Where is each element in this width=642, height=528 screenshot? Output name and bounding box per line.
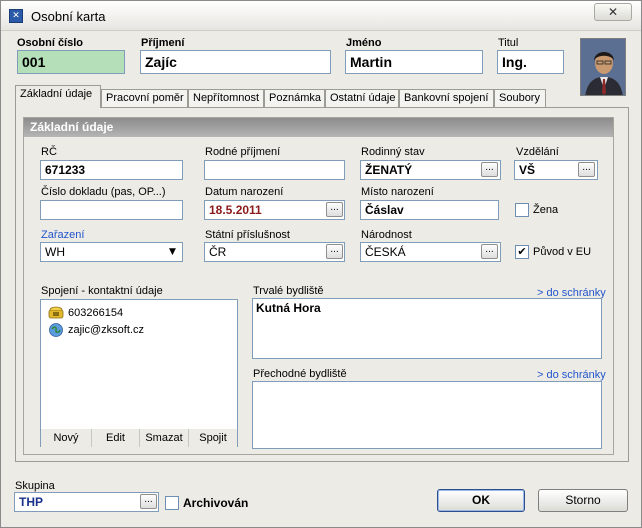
datum-narozeni-picker-button[interactable]: ...	[326, 202, 343, 217]
tab-zakladni-udaje[interactable]: Základní údaje	[15, 85, 101, 108]
archivovan-checkbox[interactable]	[165, 496, 179, 510]
skupina-picker-button[interactable]: ...	[140, 494, 157, 509]
vzdelani-label: Vzdělání	[516, 146, 559, 158]
prechodne-do-schranky-link[interactable]: > do schránky	[537, 369, 606, 381]
jmeno-label: Jméno	[346, 37, 382, 49]
datum-narozeni-label: Datum narození	[205, 186, 284, 198]
rodinny-stav-field[interactable]: ŽENATÝ	[360, 160, 501, 180]
statni-prislusnost-field[interactable]: ČR	[204, 242, 345, 262]
misto-narozeni-label: Místo narození	[361, 186, 434, 198]
tab-nepritomnost[interactable]: Nepřítomnost	[188, 89, 264, 107]
tab-soubory[interactable]: Soubory	[494, 89, 546, 107]
prijmeni-label: Příjmení	[141, 37, 185, 49]
statni-prislusnost-label: Státní příslušnost	[205, 229, 290, 241]
tab-ostatni-udaje[interactable]: Ostatní údaje	[325, 89, 399, 107]
cislo-dokladu-field[interactable]	[40, 200, 183, 220]
chevron-down-icon[interactable]: ▼	[169, 247, 176, 257]
employee-photo	[580, 38, 626, 96]
narodnost-label: Národnost	[361, 229, 412, 241]
narodnost-field[interactable]: ČESKÁ	[360, 242, 501, 262]
prijmeni-field[interactable]: Zajíc	[140, 50, 331, 74]
trvale-bydliste-label: Trvalé bydliště	[253, 285, 324, 297]
list-item-email[interactable]: zajic@zksoft.cz	[68, 324, 144, 336]
vzdelani-picker-button[interactable]: ...	[578, 162, 595, 177]
rodinny-stav-label: Rodinný stav	[361, 146, 425, 158]
edit-contact-button[interactable]: Edit	[92, 429, 140, 447]
zena-label: Žena	[533, 204, 559, 216]
rodne-prijmeni-label: Rodné příjmení	[205, 146, 281, 158]
ok-button[interactable]: OK	[437, 489, 525, 512]
rodinny-stav-picker-button[interactable]: ...	[481, 162, 498, 177]
titul-field[interactable]: Ing.	[497, 50, 564, 74]
titul-label: Titul	[498, 37, 519, 49]
puvod-eu-checkbox[interactable]: ✔	[515, 245, 529, 259]
contacts-label: Spojení - kontaktní údaje	[41, 285, 163, 297]
osobni-karta-window: ✕ Osobní karta ✕ Osobní číslo 001 Příjme…	[0, 0, 642, 528]
tab-pracovni-pomer[interactable]: Pracovní poměr	[101, 89, 188, 107]
jmeno-field[interactable]: Martin	[345, 50, 483, 74]
delete-contact-button[interactable]: Smazat	[140, 429, 189, 447]
trvale-bydliste-field[interactable]: Kutná Hora	[252, 298, 602, 359]
puvod-eu-label: Původ v EU	[533, 246, 592, 258]
rodne-prijmeni-field[interactable]	[204, 160, 345, 180]
narodnost-picker-button[interactable]: ...	[481, 244, 498, 259]
section-title: Základní údaje	[24, 118, 613, 137]
tab-poznamka[interactable]: Poznámka	[264, 89, 325, 107]
contacts-list	[40, 299, 238, 447]
window-title: Osobní karta	[31, 9, 106, 24]
tab-bankovni-spojeni[interactable]: Bankovní spojení	[399, 89, 494, 107]
osobni-cislo-field[interactable]: 001	[17, 50, 125, 74]
close-button[interactable]: ✕	[594, 3, 632, 21]
prechodne-bydliste-label: Přechodné bydliště	[253, 368, 347, 380]
prechodne-bydliste-field[interactable]	[252, 381, 602, 449]
phone-icon	[48, 305, 64, 319]
misto-narozeni-field[interactable]: Čáslav	[360, 200, 499, 220]
skupina-label: Skupina	[15, 480, 55, 492]
storno-button[interactable]: Storno	[538, 489, 628, 512]
archivovan-label: Archivován	[183, 496, 249, 510]
title-bar[interactable]: ✕ Osobní karta ✕	[1, 1, 641, 31]
skupina-field[interactable]: THP	[14, 492, 159, 512]
new-contact-button[interactable]: Nový	[41, 429, 92, 447]
app-icon: ✕	[9, 9, 23, 23]
zarazeni-label: Zařazení	[41, 229, 85, 241]
link-contact-button[interactable]: Spojit	[189, 429, 237, 447]
statni-prislusnost-picker-button[interactable]: ...	[326, 244, 343, 259]
email-icon	[48, 322, 64, 338]
rc-label: RČ	[41, 146, 57, 158]
zena-checkbox[interactable]	[515, 203, 529, 217]
osobni-cislo-label: Osobní číslo	[17, 37, 84, 49]
zarazeni-select[interactable]: WH	[40, 242, 183, 262]
list-item-phone[interactable]: 603266154	[68, 307, 123, 319]
trvale-bydliste-value: Kutná Hora	[256, 301, 321, 315]
rc-field[interactable]: 671233	[40, 160, 183, 180]
cislo-dokladu-label: Číslo dokladu (pas, OP...)	[41, 186, 166, 198]
datum-narozeni-field[interactable]: 18.5.2011	[204, 200, 345, 220]
